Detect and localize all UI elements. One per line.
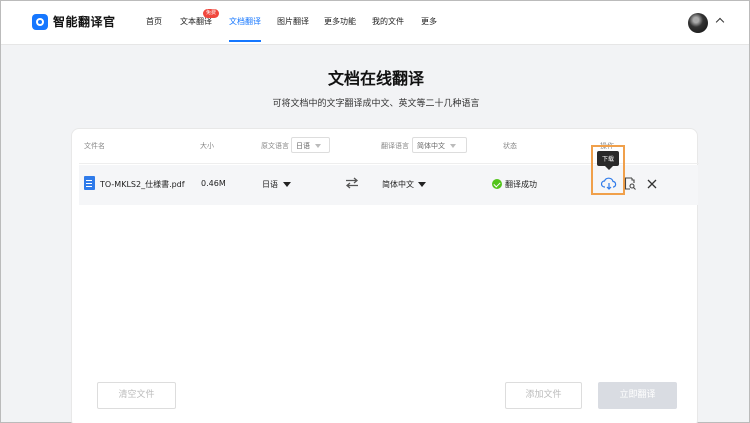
brand-name: 智能翻译官 <box>53 15 116 29</box>
header-file-name: 文件名 <box>84 142 105 150</box>
close-icon[interactable] <box>647 179 657 189</box>
chevron-down-icon <box>450 144 456 148</box>
nav-document-translate[interactable]: 文档翻译 <box>229 16 261 42</box>
nav-more-features[interactable]: 更多功能 <box>324 16 356 27</box>
brand-logo[interactable]: 智能翻译官 <box>32 13 116 30</box>
header-size: 大小 <box>200 142 214 150</box>
source-lang-select[interactable]: 日语 <box>291 137 330 153</box>
success-check-icon <box>492 179 502 189</box>
clear-files-button[interactable]: 清空文件 <box>97 382 176 409</box>
user-avatar[interactable] <box>688 13 708 33</box>
pdf-file-icon <box>84 176 95 190</box>
chevron-down-icon <box>315 144 321 148</box>
row-file-name: TO-MKLS2_仕様書.pdf <box>100 180 185 189</box>
file-preview-icon[interactable] <box>624 177 636 190</box>
row-source-lang[interactable]: 日语 <box>262 179 278 190</box>
page-title: 文档在线翻译 <box>327 69 424 88</box>
swap-icon[interactable] <box>345 177 359 189</box>
row-file-size: 0.46M <box>201 179 226 188</box>
header-target-lang: 翻译语言 <box>381 142 409 150</box>
translate-now-button[interactable]: 立即翻译 <box>598 382 677 409</box>
page-subtitle: 可将文档中的文字翻译成中文、英文等二十几种语言 <box>272 99 480 109</box>
header-status: 状态 <box>503 142 517 150</box>
target-lang-select-value: 简体中文 <box>417 142 445 150</box>
logo-icon <box>32 13 48 30</box>
header-source-lang: 原文语言 <box>261 142 289 150</box>
nav-my-files[interactable]: 我的文件 <box>372 16 404 27</box>
caret-down-icon[interactable] <box>283 182 291 187</box>
add-file-button[interactable]: 添加文件 <box>505 382 582 409</box>
source-lang-select-value: 日语 <box>296 142 310 150</box>
row-target-lang[interactable]: 简体中文 <box>382 179 414 190</box>
nav-home[interactable]: 首页 <box>146 16 162 27</box>
target-lang-select[interactable]: 简体中文 <box>412 137 467 153</box>
nav-image-translate[interactable]: 图片翻译 <box>277 16 309 27</box>
nav-more[interactable]: 更多 <box>421 16 437 27</box>
row-status: 翻译成功 <box>505 180 537 189</box>
cloud-download-icon[interactable] <box>601 177 617 190</box>
caret-down-icon[interactable] <box>418 182 426 187</box>
download-tooltip: 下载 <box>597 151 620 170</box>
free-badge: 免费 <box>203 9 220 18</box>
